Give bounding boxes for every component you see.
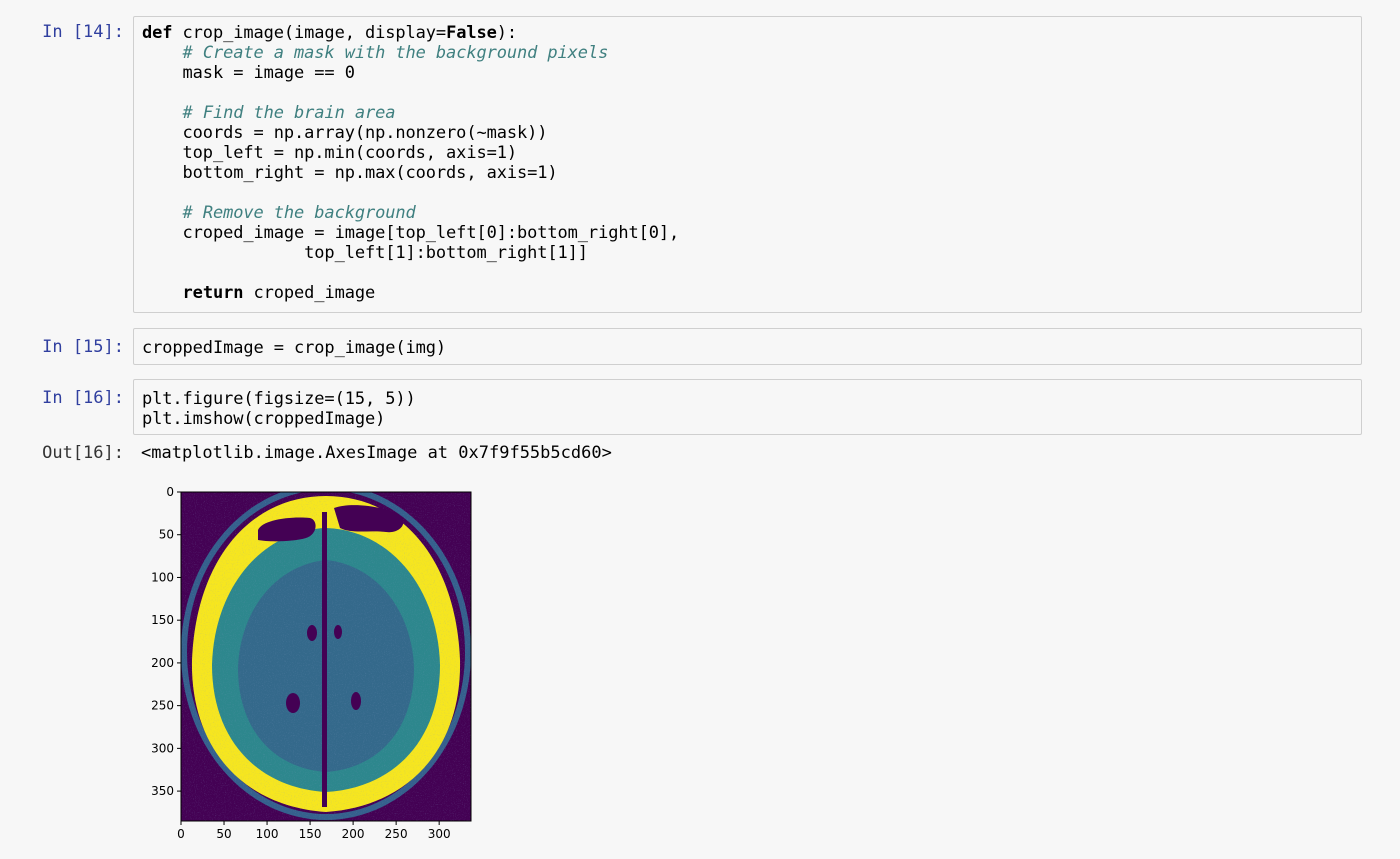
image-background: [181, 492, 471, 821]
code-text[interactable]: croppedImage = crop_image(img): [134, 329, 1361, 358]
code-token: croped_image: [243, 283, 376, 303]
y-tick-label: 300: [151, 741, 174, 755]
y-tick-label: 250: [151, 699, 174, 713]
code-line: def crop_image(image, display=False):: [142, 23, 1353, 43]
code-token: plt.figure(figsize=(15, 5)): [142, 389, 416, 409]
code-token: coords = np.array(np.nonzero(~mask)): [142, 123, 548, 143]
ring-gap: [187, 492, 465, 814]
y-tick-label: 0: [166, 485, 174, 499]
code-line: bottom_right = np.max(coords, axis=1): [142, 163, 1353, 183]
code-token: bottom_right = np.max(coords, axis=1): [142, 163, 558, 183]
x-tick-label: 300: [428, 827, 451, 841]
x-tick-label: 100: [256, 827, 279, 841]
ventricle: [334, 625, 342, 639]
code-line: coords = np.array(np.nonzero(~mask)): [142, 123, 1353, 143]
brain-image: [181, 492, 471, 821]
comment-token: # Remove the background: [182, 203, 416, 223]
cell-prompt: In [14]:: [42, 22, 124, 42]
axes-frame: [180, 491, 472, 822]
code-line: # Create a mask with the background pixe…: [142, 43, 1353, 63]
midline-fissure: [322, 512, 327, 807]
code-token: croped_image = image[top_left[0]:bottom_…: [142, 223, 680, 243]
x-tick-label: 50: [216, 827, 231, 841]
ventricle: [286, 693, 300, 713]
code-token: plt.imshow(croppedImage): [142, 409, 386, 429]
x-tick-label: 150: [299, 827, 322, 841]
code-line: # Find the brain area: [142, 103, 1353, 123]
code-text[interactable]: def crop_image(image, display=False): # …: [134, 17, 1361, 303]
ventricle: [351, 692, 361, 710]
keyword-token: False: [446, 23, 497, 43]
code-line: return croped_image: [142, 283, 1353, 303]
skull-region: [191, 496, 461, 812]
code-line: top_left = np.min(coords, axis=1): [142, 143, 1353, 163]
code-line: croped_image = image[top_left[0]:bottom_…: [142, 223, 1353, 243]
y-tick-label: 100: [151, 570, 174, 584]
y-tick-label: 350: [151, 784, 174, 798]
x-tick-label: 200: [342, 827, 365, 841]
y-tick-label: 150: [151, 613, 174, 627]
code-text[interactable]: plt.figure(figsize=(15, 5)) plt.imshow(cr…: [134, 380, 1361, 429]
ventricle: [307, 625, 317, 641]
frontal-sinus: [258, 517, 316, 542]
code-token: top_left = np.min(coords, axis=1): [142, 143, 518, 163]
code-line: plt.imshow(croppedImage): [142, 409, 1353, 429]
code-line: mask = image == 0: [142, 63, 1353, 83]
brain-dark-tissue: [238, 560, 414, 772]
keyword-token: return: [182, 283, 244, 303]
code-editor[interactable]: plt.figure(figsize=(15, 5)) plt.imshow(cr…: [133, 379, 1362, 435]
code-line: top_left[1]:bottom_right[1]]: [142, 243, 1353, 263]
code-editor[interactable]: def crop_image(image, display=False): # …: [133, 16, 1362, 313]
brain-tissue: [212, 528, 440, 792]
y-tick-label: 200: [151, 656, 174, 670]
code-line: plt.figure(figsize=(15, 5)): [142, 389, 1353, 409]
code-line: croppedImage = crop_image(img): [142, 338, 1353, 358]
x-tick-label: 250: [385, 827, 408, 841]
x-axis: 0 50 100 150 200 250 300: [177, 821, 451, 841]
keyword-token: def: [142, 23, 173, 43]
code-token: mask = image == 0: [142, 63, 355, 83]
code-editor[interactable]: croppedImage = crop_image(img): [133, 328, 1362, 365]
y-tick-label: 50: [159, 528, 174, 542]
frontal-sinus: [334, 505, 404, 533]
cell-prompt: In [15]:: [42, 337, 124, 357]
outer-ring: [181, 492, 471, 820]
x-tick-label: 0: [177, 827, 185, 841]
code-token: top_left[1]:bottom_right[1]]: [142, 243, 588, 263]
comment-token: # Create a mask with the background pixe…: [182, 43, 609, 63]
output-text: <matplotlib.image.AxesImage at 0x7f9f55b…: [141, 443, 612, 463]
comment-token: # Find the brain area: [182, 103, 396, 123]
code-token: crop_image(image, display=: [172, 23, 447, 43]
y-axis: 0 50 100 150 200 250 300 350: [151, 485, 181, 798]
code-token: croppedImage = crop_image(img): [142, 338, 447, 358]
code-token: ):: [496, 23, 518, 43]
code-line: # Remove the background: [142, 203, 1353, 223]
output-prompt: Out[16]:: [42, 443, 124, 463]
cell-prompt: In [16]:: [42, 388, 124, 408]
